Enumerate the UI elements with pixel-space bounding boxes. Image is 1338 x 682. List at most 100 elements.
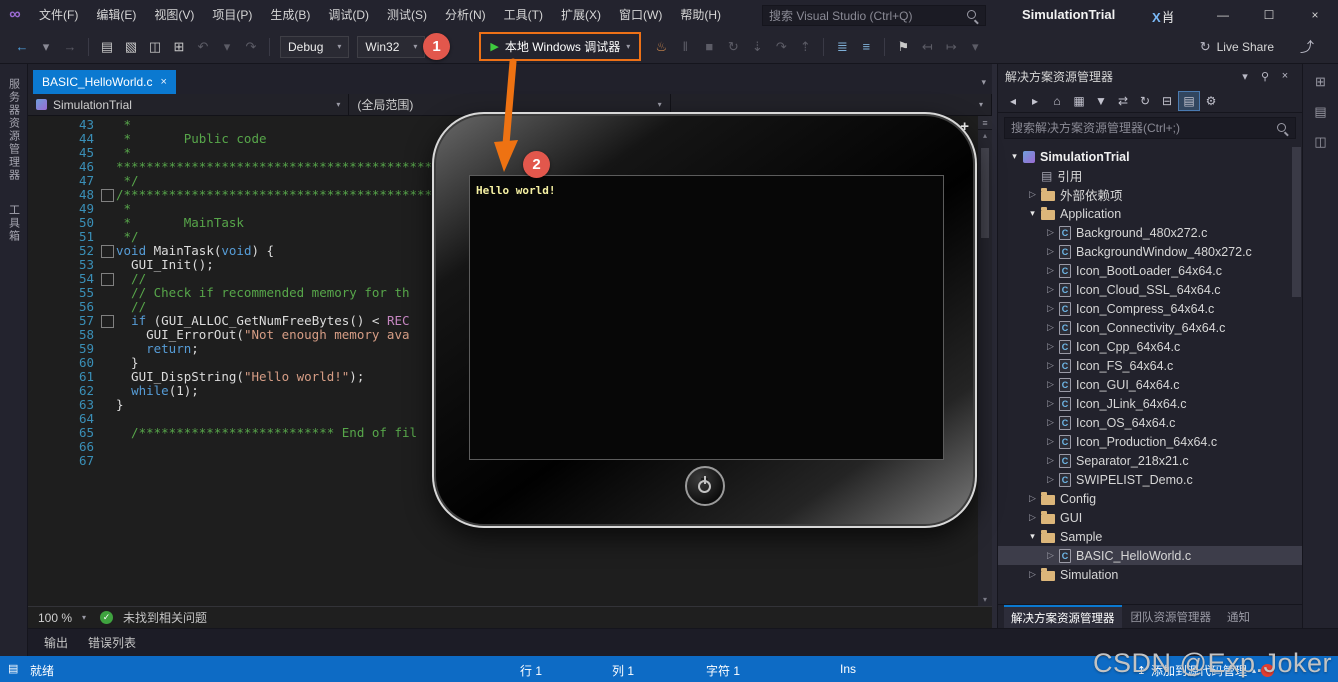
tree-item[interactable]: ▷ C BASIC_HelloWorld.c: [998, 546, 1302, 565]
fold-marker-icon[interactable]: -: [100, 244, 116, 258]
chevron-down-icon[interactable]: ▾: [1026, 531, 1039, 542]
back-icon[interactable]: ◂: [1002, 91, 1024, 111]
close-icon[interactable]: ×: [1275, 70, 1295, 83]
scroll-down-icon[interactable]: ▾: [983, 594, 987, 606]
menu-item[interactable]: 扩展(X): [552, 0, 610, 30]
tree-item[interactable]: ▷ C Icon_JLink_64x64.c: [998, 394, 1302, 413]
next-bookmark-icon[interactable]: ↦: [939, 36, 963, 58]
new-file-icon[interactable]: ▤: [95, 36, 119, 58]
collapse-all-icon[interactable]: ⊟: [1156, 91, 1178, 111]
home-icon[interactable]: ⌂: [1046, 91, 1068, 111]
fold-marker-icon[interactable]: -: [100, 314, 116, 328]
minimize-icon[interactable]: —: [1200, 0, 1246, 30]
panel-tab[interactable]: 团队资源管理器: [1124, 606, 1219, 628]
bottom-tab[interactable]: 错误列表: [80, 630, 144, 655]
tree-item[interactable]: ▷ C Background_480x272.c: [998, 223, 1302, 242]
menu-item[interactable]: 测试(S): [378, 0, 436, 30]
bookmark-menu-caret-icon[interactable]: ▾: [963, 36, 987, 58]
pin-icon[interactable]: ⚲: [1255, 70, 1275, 83]
show-all-files-icon[interactable]: ▤: [1178, 90, 1200, 111]
tree-item[interactable]: ▷ C Icon_Production_64x64.c: [998, 432, 1302, 451]
open-file-icon[interactable]: ▧: [119, 36, 143, 58]
tree-item[interactable]: ▷ C BackgroundWindow_480x272.c: [998, 242, 1302, 261]
tree-item[interactable]: ▷ Simulation: [998, 565, 1302, 584]
menu-item[interactable]: 工具(T): [495, 0, 552, 30]
chevron-right-icon[interactable]: ▷: [1026, 512, 1039, 523]
live-share-button[interactable]: ↻ Live Share: [1200, 39, 1274, 55]
solution-search-box[interactable]: [1004, 117, 1296, 139]
bookmark-icon[interactable]: ⚑: [891, 36, 915, 58]
menu-item[interactable]: 帮助(H): [671, 0, 730, 30]
scroll-up-icon[interactable]: ▴: [983, 130, 987, 142]
chevron-right-icon[interactable]: ▷: [1026, 569, 1039, 580]
chevron-right-icon[interactable]: ▷: [1044, 455, 1057, 466]
save-all-icon[interactable]: ⊞: [167, 36, 191, 58]
refresh-icon[interactable]: ↻: [1134, 91, 1156, 111]
bookmarks-rail-icon[interactable]: ◫: [1314, 134, 1326, 150]
scrollbar-thumb[interactable]: [981, 148, 989, 238]
power-button[interactable]: [684, 466, 725, 506]
break-all-icon[interactable]: ‖: [673, 36, 697, 58]
tree-item[interactable]: ▷ Config: [998, 489, 1302, 508]
navigate-back-caret-icon[interactable]: ▾: [34, 36, 58, 58]
chevron-right-icon[interactable]: ▷: [1044, 341, 1057, 352]
tree-item[interactable]: ▤ 引用: [998, 166, 1302, 185]
window-position-icon[interactable]: ▾: [1235, 70, 1255, 83]
vertical-scrollbar[interactable]: ▴ ▾: [978, 130, 992, 606]
toolbox-tab[interactable]: 工具箱: [6, 204, 22, 243]
chevron-right-icon[interactable]: ▷: [1044, 284, 1057, 295]
solution-configuration-dropdown[interactable]: Debug ▾: [280, 35, 350, 58]
tab-basic-helloworld[interactable]: BASIC_HelloWorld.c ×: [33, 70, 176, 94]
navigate-back-icon[interactable]: ←: [10, 36, 34, 58]
menu-item[interactable]: 编辑(E): [87, 0, 145, 30]
user-account[interactable]: X肖: [1152, 7, 1175, 26]
step-out-icon[interactable]: ⇡: [793, 36, 817, 58]
pending-changes-filter-icon[interactable]: ▼: [1090, 91, 1112, 111]
tree-item[interactable]: ▷ C SWIPELIST_Demo.c: [998, 470, 1302, 489]
maximize-icon[interactable]: ☐: [1246, 0, 1292, 30]
chevron-down-icon[interactable]: ▾: [1008, 151, 1021, 162]
search-icon[interactable]: [1276, 122, 1289, 135]
chevron-right-icon[interactable]: ▷: [1044, 550, 1057, 561]
step-over-icon[interactable]: ↷: [769, 36, 793, 58]
tree-item[interactable]: ▷ C Icon_GUI_64x64.c: [998, 375, 1302, 394]
chevron-right-icon[interactable]: ▷: [1044, 303, 1057, 314]
redo-icon[interactable]: ↷: [239, 36, 263, 58]
chevron-down-icon[interactable]: ▾: [1026, 208, 1039, 219]
menu-item[interactable]: 生成(B): [261, 0, 319, 30]
background-tasks-icon[interactable]: ▤: [8, 662, 18, 675]
chevron-right-icon[interactable]: ▷: [1044, 398, 1057, 409]
document-list-caret-icon[interactable]: ▾: [981, 77, 986, 88]
previous-bookmark-icon[interactable]: ↤: [915, 36, 939, 58]
chevron-right-icon[interactable]: ▷: [1044, 417, 1057, 428]
start-debugging-button[interactable]: ▶ 本地 Windows 调试器 ▾: [486, 36, 634, 57]
hot-reload-icon[interactable]: ♨: [649, 36, 673, 58]
chevron-right-icon[interactable]: ▷: [1044, 246, 1057, 257]
step-into-icon[interactable]: ⇣: [745, 36, 769, 58]
solution-search-input[interactable]: [1011, 121, 1276, 135]
server-explorer-tab[interactable]: 服务器资源管理器: [6, 78, 22, 182]
tree-item[interactable]: ▷ C Icon_FS_64x64.c: [998, 356, 1302, 375]
sync-with-active-document-icon[interactable]: ⇄: [1112, 91, 1134, 111]
chevron-right-icon[interactable]: ▷: [1044, 474, 1057, 485]
chevron-right-icon[interactable]: ▷: [1044, 265, 1057, 276]
undo-icon[interactable]: ↶: [191, 36, 215, 58]
toolbox-rail-icon[interactable]: ⊞: [1315, 74, 1326, 90]
panel-tab[interactable]: 通知: [1220, 606, 1257, 628]
chevron-right-icon[interactable]: ▷: [1026, 189, 1039, 200]
tree-item[interactable]: ▷ C Separator_218x21.c: [998, 451, 1302, 470]
solution-platform-dropdown[interactable]: Win32 ▾: [357, 35, 426, 58]
tree-item[interactable]: ▷ C Icon_OS_64x64.c: [998, 413, 1302, 432]
bottom-tab[interactable]: 输出: [36, 630, 76, 655]
find-in-files-icon[interactable]: ≣: [830, 36, 854, 58]
tree-item[interactable]: ▷ 外部依赖项: [998, 185, 1302, 204]
menu-item[interactable]: 窗口(W): [610, 0, 671, 30]
chevron-right-icon[interactable]: ▷: [1044, 379, 1057, 390]
panel-tab[interactable]: 解决方案资源管理器: [1004, 604, 1122, 629]
tree-item[interactable]: ▾ Application: [998, 204, 1302, 223]
menu-item[interactable]: 调试(D): [319, 0, 378, 30]
switch-views-icon[interactable]: ▦: [1068, 91, 1090, 111]
chevron-right-icon[interactable]: ▷: [1044, 227, 1057, 238]
menu-item[interactable]: 视图(V): [145, 0, 203, 30]
menu-item[interactable]: 项目(P): [203, 0, 261, 30]
